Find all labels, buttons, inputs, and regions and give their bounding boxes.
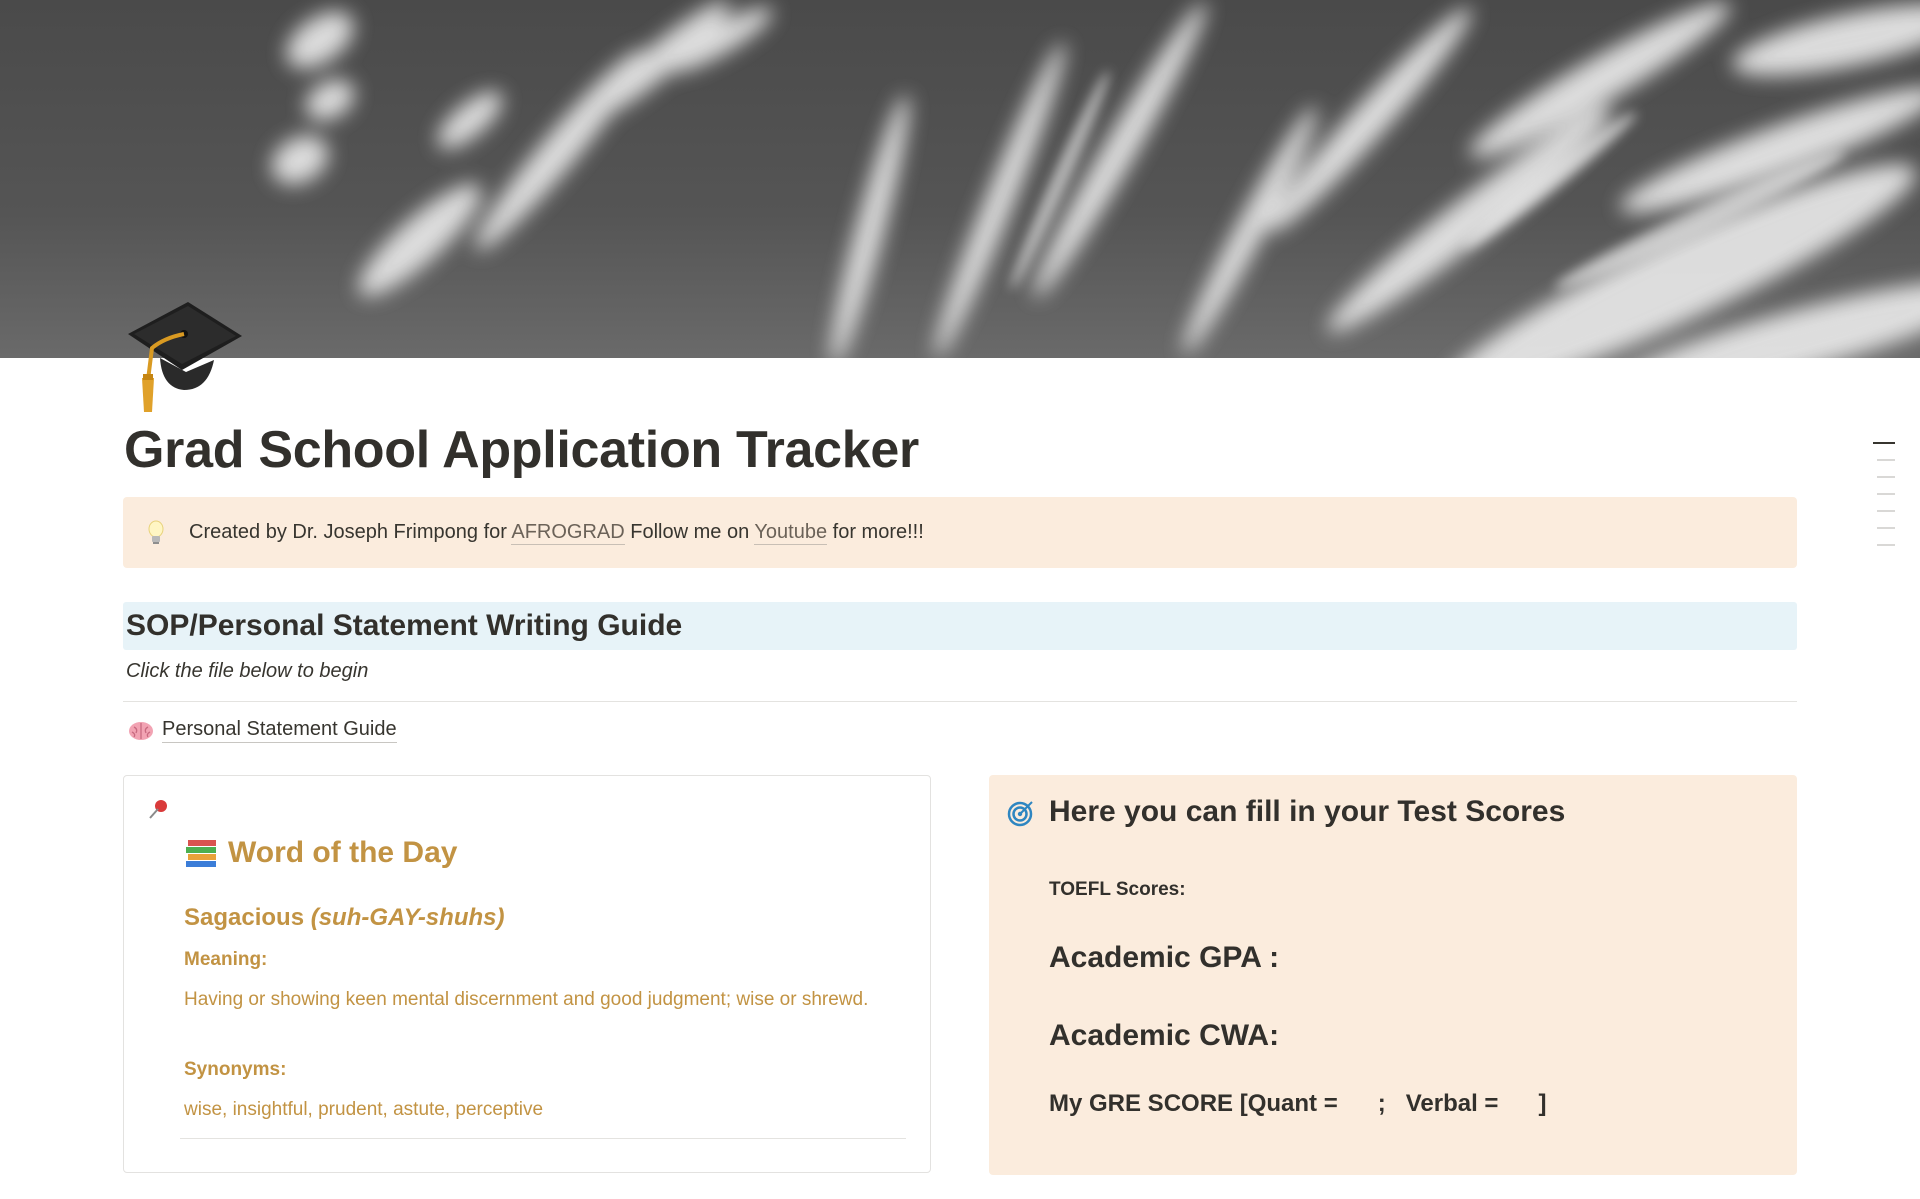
sop-heading[interactable]: SOP/Personal Statement Writing Guide [123, 602, 1797, 650]
personal-statement-guide-label: Personal Statement Guide [162, 718, 397, 743]
callout-text: Created by Dr. Joseph Frimpong for AFROG… [189, 521, 924, 545]
creator-callout: Created by Dr. Joseph Frimpong for AFROG… [123, 497, 1797, 568]
test-scores-heading[interactable]: Here you can fill in your Test Scores [1049, 795, 1565, 829]
test-scores-callout: Here you can fill in your Test Scores TO… [989, 775, 1797, 1175]
synonyms-text[interactable]: wise, insightful, prudent, astute, perce… [184, 1094, 904, 1125]
word-of-the-day-title: Word of the Day [228, 836, 458, 869]
cover-shadow-pattern [271, 0, 1920, 358]
toc-mark[interactable] [1877, 493, 1895, 495]
books-icon [186, 840, 216, 867]
cover-image [0, 0, 1920, 358]
toc-mark[interactable] [1877, 544, 1895, 546]
lightbulb-icon [148, 520, 164, 544]
pushpin-icon [149, 800, 167, 819]
meaning-text[interactable]: Having or showing keen mental discernmen… [184, 984, 904, 1015]
toc-mark[interactable] [1877, 527, 1895, 529]
meaning-label[interactable]: Meaning: [184, 949, 267, 971]
academic-cwa-heading[interactable]: Academic CWA: [1049, 1019, 1279, 1053]
word-of-the-day-heading[interactable]: Word of the Day [184, 836, 457, 870]
divider [180, 1138, 906, 1139]
word-entry[interactable]: Sagacious (suh-GAY-shuhs) [184, 904, 504, 932]
brain-icon [129, 721, 153, 740]
afrograd-link[interactable]: AFROGRAD [511, 521, 625, 545]
word: Sagacious [184, 904, 305, 931]
toefl-scores-label[interactable]: TOEFL Scores: [1049, 879, 1186, 901]
synonyms-label[interactable]: Synonyms: [184, 1059, 286, 1081]
toc-mark[interactable] [1873, 442, 1895, 444]
divider [123, 701, 1797, 702]
youtube-link[interactable]: Youtube [754, 521, 828, 545]
sop-heading-text: SOP/Personal Statement Writing Guide [126, 609, 683, 642]
academic-gpa-heading[interactable]: Academic GPA : [1049, 941, 1279, 975]
callout-suffix: for more!!! [827, 521, 924, 543]
word-of-the-day-card: Word of the Day Sagacious (suh-GAY-shuhs… [123, 775, 931, 1173]
callout-prefix: Created by Dr. Joseph Frimpong for [189, 521, 512, 543]
personal-statement-guide-link[interactable]: Personal Statement Guide [128, 718, 397, 743]
table-of-contents-outline[interactable] [1873, 442, 1895, 561]
pronunciation: (suh-GAY-shuhs) [310, 904, 505, 931]
callout-middle: Follow me on [624, 521, 755, 543]
toc-mark[interactable] [1877, 510, 1895, 512]
graduation-cap-icon[interactable] [124, 298, 244, 416]
page-title[interactable]: Grad School Application Tracker [124, 420, 919, 480]
toc-mark[interactable] [1877, 476, 1895, 478]
gre-score-line[interactable]: My GRE SCORE [Quant = ; Verbal = ] [1049, 1090, 1546, 1118]
target-icon [1007, 801, 1033, 827]
toc-mark[interactable] [1877, 459, 1895, 461]
sop-note[interactable]: Click the file below to begin [126, 660, 368, 683]
